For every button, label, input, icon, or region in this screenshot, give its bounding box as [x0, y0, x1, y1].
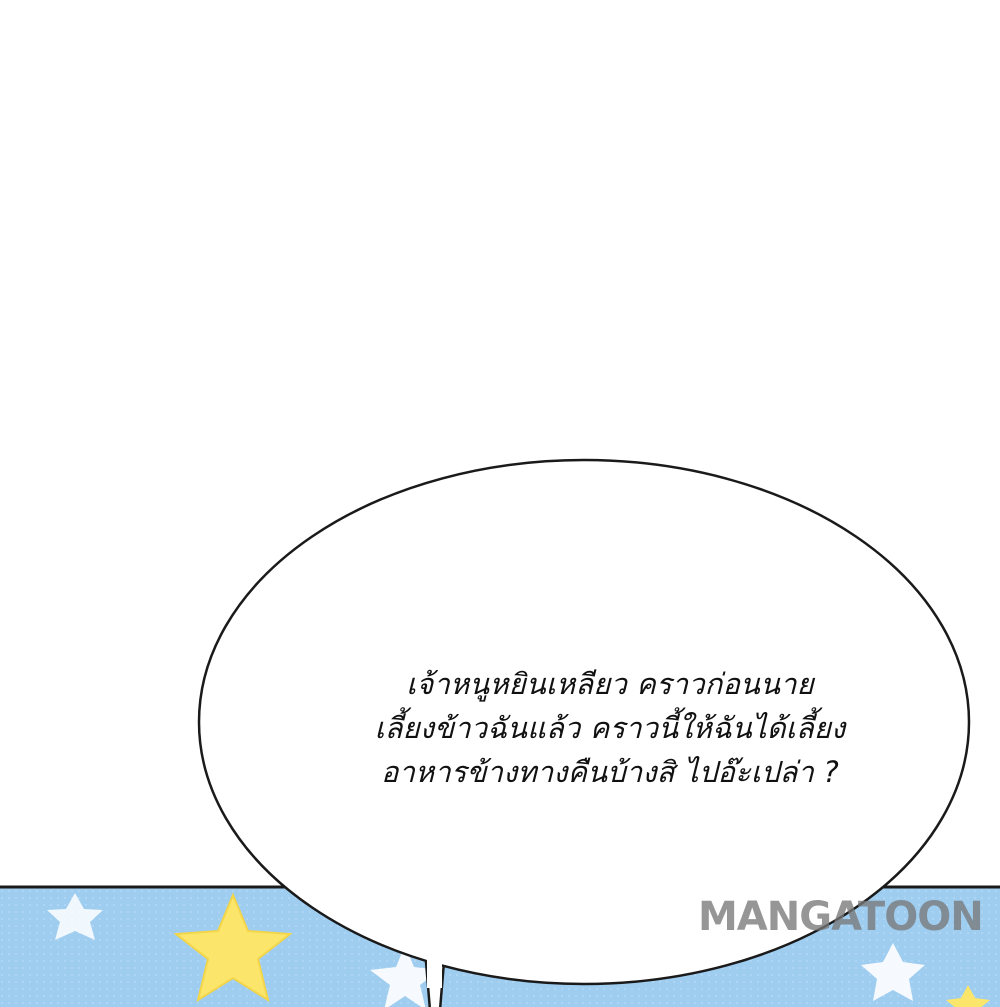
- speech-line-1: เจ้าหนูหยินเหลียว คราวก่อนนาย: [406, 667, 814, 701]
- panel-artwork: [0, 458, 1000, 1007]
- speech-line-2: เลี้ยงข้าวฉันแล้ว คราวนี้ให้ฉันได้เลี้ยง: [374, 711, 846, 745]
- mangatoon-watermark: MANGATOON: [698, 894, 984, 940]
- tail-joint-cover: [427, 960, 442, 988]
- manga-panel: เจ้าหนูหยินเหลียว คราวก่อนนาย เลี้ยงข้าว…: [0, 0, 1000, 1007]
- speech-line-3: อาหารข้างทางคืนบ้างสิ ไปอ๊ะเปล่า ?: [380, 755, 840, 789]
- speech-bubble-text: เจ้าหนูหยินเหลียว คราวก่อนนาย เลี้ยงข้าว…: [300, 662, 920, 794]
